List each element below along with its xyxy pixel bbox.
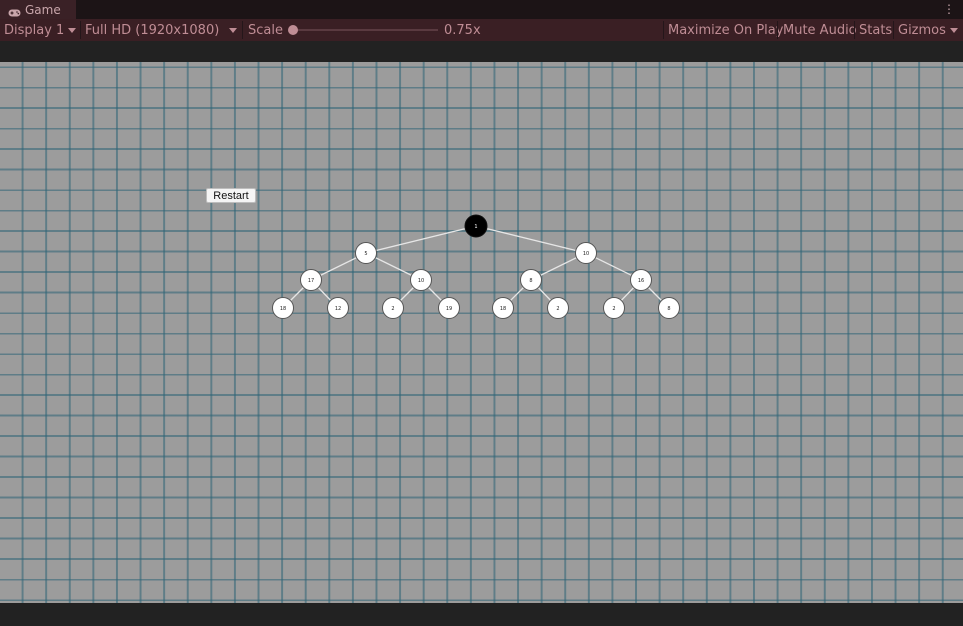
tree-node-label: 17 xyxy=(308,278,314,284)
maximize-on-play-label: Maximize On Play xyxy=(668,22,784,38)
tree-node[interactable]: 1 xyxy=(464,214,488,238)
tree-node[interactable]: 18 xyxy=(272,297,294,319)
game-view-toolbar: Display 1 Full HD (1920x1080) Scale 0.75… xyxy=(0,19,963,41)
scale-label-text: Scale xyxy=(248,22,283,38)
display-label: Display 1 xyxy=(4,22,65,38)
tree-node-label: 2 xyxy=(612,306,615,312)
tree-node-label: 2 xyxy=(391,306,394,312)
gizmos-chevron-down-icon[interactable] xyxy=(950,28,958,33)
tree-node[interactable]: 10 xyxy=(410,269,432,291)
display-dropdown[interactable]: Display 1 xyxy=(4,19,64,41)
game-viewport[interactable]: Restart 1 5 10 17 10 8 16 18 12 2 19 18 2 2 8 xyxy=(0,62,963,603)
gamepad-icon xyxy=(8,6,21,16)
scale-value: 0.75x xyxy=(444,19,481,41)
tree-node-label: 1 xyxy=(474,224,477,230)
tree-node[interactable]: 2 xyxy=(603,297,625,319)
tree-node-label: 18 xyxy=(280,306,286,312)
stats-label: Stats xyxy=(859,22,893,38)
stats-toggle[interactable]: Stats xyxy=(859,19,892,41)
tree-edge xyxy=(475,225,587,254)
divider xyxy=(242,21,243,39)
tab-title: Game xyxy=(25,2,61,17)
display-chevron-down-icon[interactable] xyxy=(68,28,76,33)
tab-game[interactable]: Game xyxy=(0,0,76,19)
tree-node[interactable]: 12 xyxy=(327,297,349,319)
kebab-menu-icon[interactable]: ⋮ xyxy=(943,1,955,17)
tree-node-label: 19 xyxy=(446,306,452,312)
tree-node-label: 12 xyxy=(335,306,341,312)
scale-value-text: 0.75x xyxy=(444,22,481,38)
tree-node-label: 18 xyxy=(500,306,506,312)
divider xyxy=(893,21,894,39)
tree-node[interactable]: 19 xyxy=(438,297,460,319)
tree-node-label: 8 xyxy=(667,306,670,312)
binary-tree: 1 5 10 17 10 8 16 18 12 2 19 18 2 2 8 xyxy=(272,214,680,319)
tree-node[interactable]: 8 xyxy=(658,297,680,319)
viewport-letterbox-bottom xyxy=(0,603,963,626)
viewport-letterbox-top xyxy=(0,41,963,62)
divider xyxy=(777,21,778,39)
resolution-chevron-down-icon[interactable] xyxy=(229,28,237,33)
divider xyxy=(80,21,81,39)
divider xyxy=(663,21,664,39)
tree-node-label: 10 xyxy=(418,278,424,284)
gizmos-toggle[interactable]: Gizmos xyxy=(898,19,946,41)
tree-node[interactable]: 2 xyxy=(547,297,569,319)
scale-slider-track[interactable] xyxy=(293,29,438,31)
tree-node-label: 16 xyxy=(638,278,644,284)
tree-node-label: 5 xyxy=(364,251,367,257)
tree-node-label: 2 xyxy=(556,306,559,312)
tree-node[interactable]: 8 xyxy=(520,269,542,291)
window-tab-bar: Game ⋮ xyxy=(0,0,963,19)
tree-node[interactable]: 10 xyxy=(575,242,597,264)
resolution-label: Full HD (1920x1080) xyxy=(85,22,220,38)
tree-node[interactable]: 2 xyxy=(382,297,404,319)
mute-audio-toggle[interactable]: Mute Audio xyxy=(783,19,857,41)
resolution-dropdown[interactable]: Full HD (1920x1080) xyxy=(85,19,219,41)
maximize-on-play-toggle[interactable]: Maximize On Play xyxy=(668,19,783,41)
tree-node[interactable]: 18 xyxy=(492,297,514,319)
mute-audio-label: Mute Audio xyxy=(783,22,857,38)
divider xyxy=(854,21,855,39)
scale-label: Scale xyxy=(248,19,283,41)
tree-node-label: 10 xyxy=(583,251,589,257)
tree-node-label: 8 xyxy=(529,278,532,284)
scale-slider-handle[interactable] xyxy=(288,25,298,35)
tree-node[interactable]: 17 xyxy=(300,269,322,291)
gizmos-label: Gizmos xyxy=(898,22,946,38)
tree-node[interactable]: 5 xyxy=(355,242,377,264)
tree-node[interactable]: 16 xyxy=(630,269,652,291)
tree-edge xyxy=(365,225,477,254)
